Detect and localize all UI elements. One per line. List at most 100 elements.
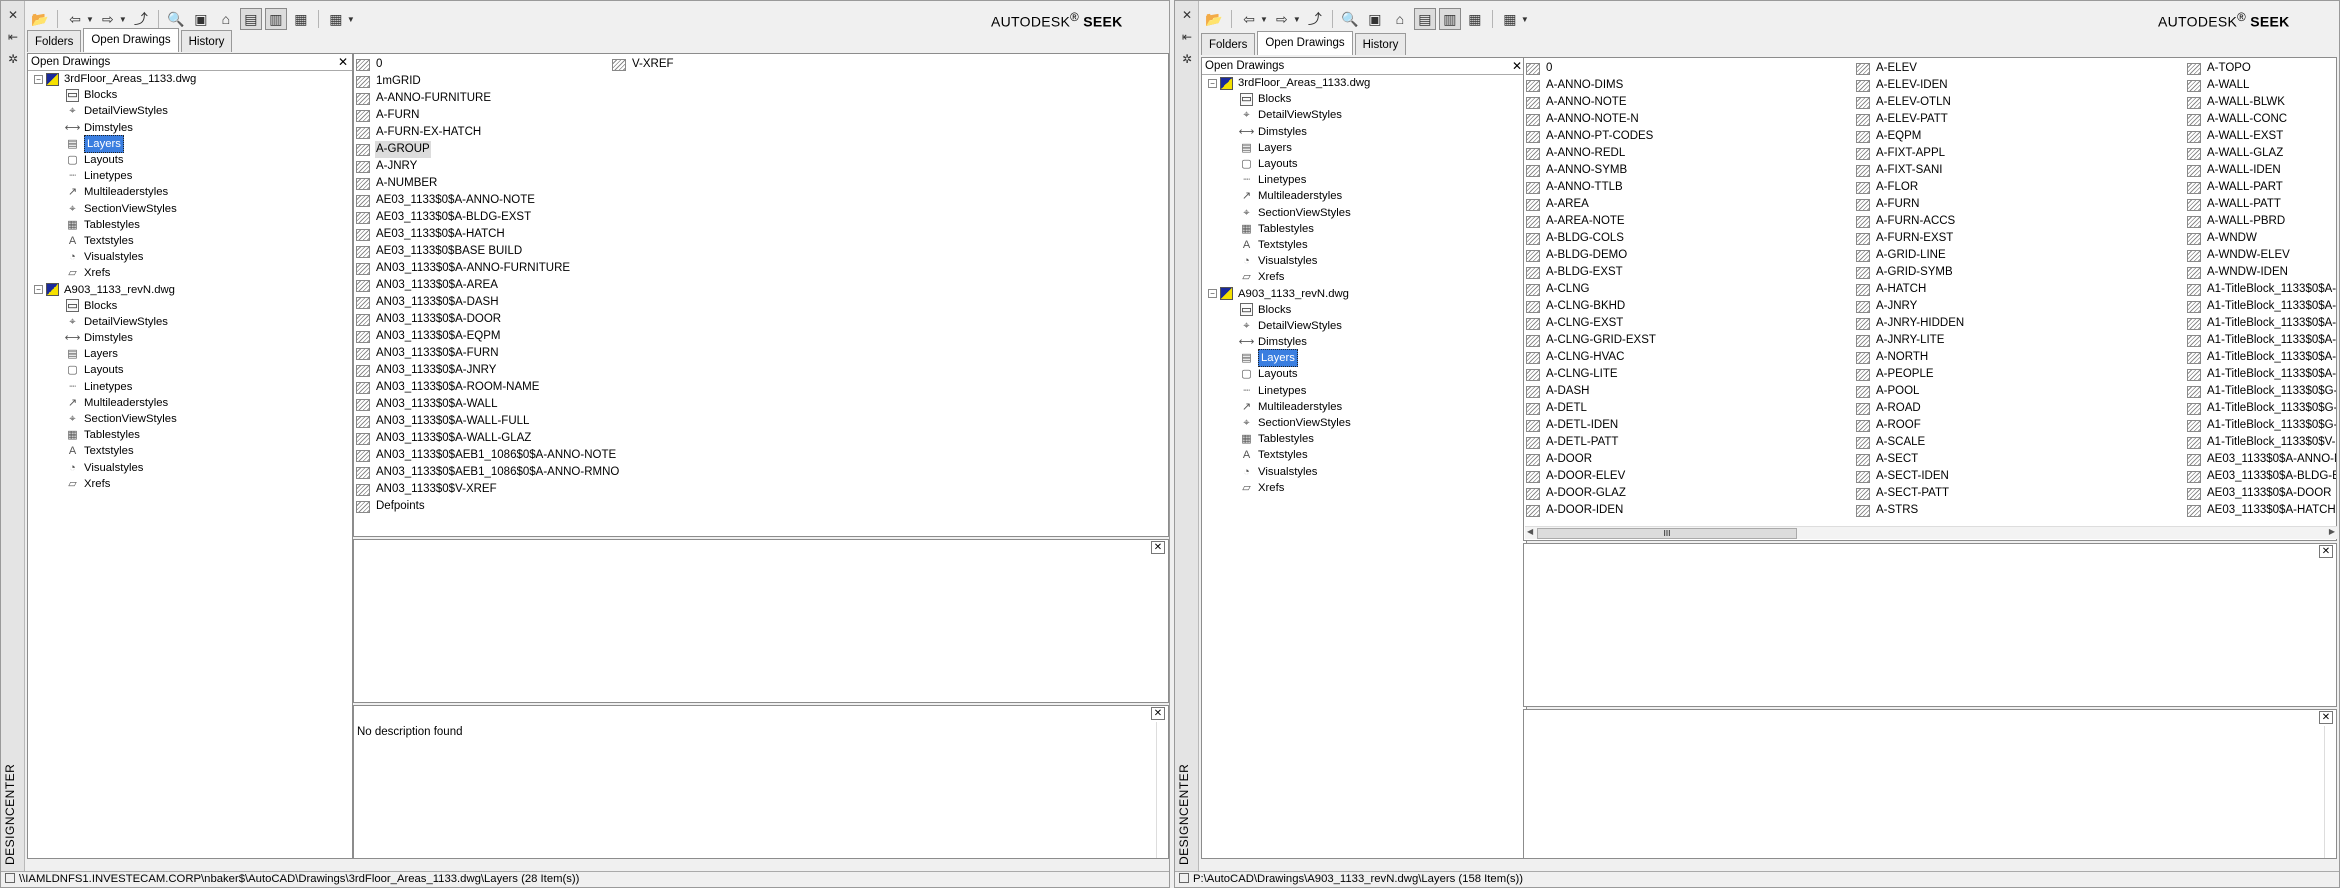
tab-history[interactable]: History — [1354, 33, 1407, 55]
layer-list-item[interactable]: AE03_1133$0$BASE BUILD — [356, 243, 620, 260]
close-icon[interactable]: ✕ — [2319, 711, 2333, 724]
layer-list-item[interactable]: A-WALL-GLAZ — [2187, 145, 2336, 162]
tree-item-tablestyles[interactable]: ▦ Tablestyles — [28, 427, 352, 443]
tree-item-layouts[interactable]: ▢ Layouts — [1202, 156, 1526, 172]
layer-list-item[interactable]: AN03_1133$0$A-ROOM-NAME — [356, 379, 620, 396]
layer-list-item[interactable]: A-SCALE — [1856, 434, 1965, 451]
layer-list-item[interactable]: A-WALL-CONC — [2187, 111, 2336, 128]
tree-item-textstyles[interactable]: A Textstyles — [1202, 237, 1526, 253]
layer-list-item[interactable]: AN03_1133$0$AEB1_1086$0$A-ANNO-RMNO — [356, 464, 620, 481]
layer-list-item[interactable]: A-JNRY-LITE — [1856, 332, 1965, 349]
layer-list-item[interactable]: A-DETL — [1526, 400, 1657, 417]
close-icon[interactable]: ✕ — [1178, 7, 1196, 23]
close-icon[interactable]: ✕ — [338, 55, 348, 69]
autodesk-seek-logo[interactable]: AUTODESK® SEEK — [2158, 11, 2290, 30]
close-icon[interactable]: ✕ — [4, 7, 22, 23]
tree-item-linetypes[interactable]: ┈ Linetypes — [28, 379, 352, 395]
tree-item-blocks[interactable]: ▭ Blocks — [28, 87, 352, 103]
tree-item-detailviewstyles[interactable]: ⌖ DetailViewStyles — [1202, 318, 1526, 334]
layer-list-item[interactable]: A-DETL-IDEN — [1526, 417, 1657, 434]
layer-list-item[interactable]: A-FURN-EXST — [1856, 230, 1965, 247]
tree-item-dimstyles[interactable]: ⟷ Dimstyles — [1202, 334, 1526, 350]
layer-list-item[interactable]: A-CLNG-BKHD — [1526, 298, 1657, 315]
layer-list-item[interactable]: AN03_1133$0$A-EQPM — [356, 328, 620, 345]
scroll-right-icon[interactable]: ▶ — [2329, 527, 2335, 536]
layer-list-item[interactable]: AN03_1133$0$A-DOOR — [356, 311, 620, 328]
layer-list-item[interactable]: A1-TitleBlock_1133$0$G-AN — [2187, 383, 2336, 400]
home-icon[interactable]: ⌂ — [1389, 8, 1411, 30]
layer-list-item[interactable]: A-ELEV-IDEN — [1856, 77, 1965, 94]
layer-list-item[interactable]: A-CLNG-GRID-EXST — [1526, 332, 1657, 349]
layer-list-item[interactable]: A-BLDG-EXST — [1526, 264, 1657, 281]
chevron-down-icon[interactable]: ▼ — [1260, 15, 1268, 24]
layer-list-item[interactable]: A-WALL-BLWK — [2187, 94, 2336, 111]
layer-list-item[interactable]: A-NORTH — [1856, 349, 1965, 366]
layer-list-item[interactable]: A-STRS — [1856, 502, 1965, 519]
layer-list-item[interactable]: 0 — [356, 56, 620, 73]
layer-list-item[interactable]: A-EQPM — [1856, 128, 1965, 145]
tree-drawing-node[interactable]: − 3rdFloor_Areas_1133.dwg — [28, 71, 352, 87]
tree-item-layers[interactable]: ▤ Layers — [1202, 349, 1526, 368]
layer-list-item[interactable]: A-DOOR — [1526, 451, 1657, 468]
up-icon[interactable]: ⤴ — [130, 8, 152, 30]
tree-item-blocks[interactable]: ▭ Blocks — [1202, 302, 1526, 318]
search-icon[interactable]: 🔍 — [1339, 8, 1361, 30]
tree-item-linetypes[interactable]: ┈ Linetypes — [28, 168, 352, 184]
scroll-left-icon[interactable]: ◀ — [1527, 527, 1533, 536]
tree-item-detailviewstyles[interactable]: ⌖ DetailViewStyles — [28, 314, 352, 330]
chevron-down-icon[interactable]: ▼ — [1293, 15, 1301, 24]
layer-list-item[interactable]: AE03_1133$0$A-BLDG-EXST — [356, 209, 620, 226]
layer-list-item[interactable]: AE03_1133$0$A-ANNO-NOTE — [356, 192, 620, 209]
layer-list-item[interactable]: Defpoints — [356, 498, 620, 515]
collapse-icon[interactable]: − — [34, 285, 43, 295]
tree-item-multileaderstyles[interactable]: ↗ Multileaderstyles — [1202, 188, 1526, 204]
favorites-icon[interactable]: ▣ — [1364, 8, 1386, 30]
layer-list-item[interactable]: A-JNRY-HIDDEN — [1856, 315, 1965, 332]
tree-item-detailviewstyles[interactable]: ⌖ DetailViewStyles — [1202, 107, 1526, 123]
layer-list-item[interactable]: AN03_1133$0$A-DASH — [356, 294, 620, 311]
close-icon[interactable]: ✕ — [1512, 59, 1522, 73]
layer-list-item[interactable]: A-ELEV-PATT — [1856, 111, 1965, 128]
tree-item-textstyles[interactable]: A Textstyles — [1202, 447, 1526, 463]
tree-item-xrefs[interactable]: ▱ Xrefs — [28, 265, 352, 281]
chevron-down-icon[interactable]: ▼ — [347, 15, 355, 24]
layer-list-item[interactable]: A-HATCH — [1856, 281, 1965, 298]
views-icon[interactable]: ▦ — [325, 8, 347, 30]
layer-list-item[interactable]: A-CLNG-EXST — [1526, 315, 1657, 332]
layer-list-item[interactable]: A-WNDW — [2187, 230, 2336, 247]
layer-list-item[interactable]: A-BLDG-DEMO — [1526, 247, 1657, 264]
load-icon[interactable]: 📂 — [29, 8, 51, 30]
tab-open-drawings[interactable]: Open Drawings — [83, 28, 179, 52]
home-icon[interactable]: ⌂ — [215, 8, 237, 30]
tab-open-drawings[interactable]: Open Drawings — [1257, 31, 1353, 55]
layer-list-item[interactable]: AN03_1133$0$A-FURN — [356, 345, 620, 362]
layer-list-item[interactable]: A-ANNO-SYMB — [1526, 162, 1657, 179]
auto-hide-icon[interactable]: ⇤ — [4, 29, 22, 45]
layer-list-item[interactable]: A-ROAD — [1856, 400, 1965, 417]
tree-item-dimstyles[interactable]: ⟷ Dimstyles — [28, 120, 352, 136]
tree-item-sectionviewstyles[interactable]: ⌖ SectionViewStyles — [1202, 415, 1526, 431]
tree-item-blocks[interactable]: ▭ Blocks — [1202, 91, 1526, 107]
tree-item-sectionviewstyles[interactable]: ⌖ SectionViewStyles — [28, 411, 352, 427]
layer-list-item[interactable]: A-WALL-EXST — [2187, 128, 2336, 145]
layer-list-item[interactable]: A1-TitleBlock_1133$0$A-AN — [2187, 298, 2336, 315]
tree-item-visualstyles[interactable]: ◔ Visualstyles — [28, 249, 352, 265]
tree-item-layouts[interactable]: ▢ Layouts — [28, 362, 352, 378]
layer-list-item[interactable]: A-FURN — [356, 107, 620, 124]
forward-icon[interactable]: ⇨ — [97, 8, 119, 30]
layer-list-item[interactable]: A-CLNG-LITE — [1526, 366, 1657, 383]
preview-icon[interactable]: ▥ — [1438, 8, 1461, 30]
layer-list-item[interactable]: A-SECT — [1856, 451, 1965, 468]
layer-list-item[interactable]: A1-TitleBlock_1133$0$A-DE — [2187, 315, 2336, 332]
search-icon[interactable]: 🔍 — [165, 8, 187, 30]
chevron-down-icon[interactable]: ▼ — [119, 15, 127, 24]
tree-item-xrefs[interactable]: ▱ Xrefs — [28, 476, 352, 492]
layer-list-item[interactable]: A-GRID-SYMB — [1856, 264, 1965, 281]
layer-list-item[interactable]: A-DOOR-GLAZ — [1526, 485, 1657, 502]
layer-list-item[interactable]: A-WALL-PBRD — [2187, 213, 2336, 230]
layer-list-item[interactable]: A-FURN — [1856, 196, 1965, 213]
tree-item-layers[interactable]: ▤ Layers — [1202, 140, 1526, 156]
tab-history[interactable]: History — [180, 30, 233, 52]
tree-item-tablestyles[interactable]: ▦ Tablestyles — [28, 217, 352, 233]
layer-list-item[interactable]: A-FIXT-SANI — [1856, 162, 1965, 179]
